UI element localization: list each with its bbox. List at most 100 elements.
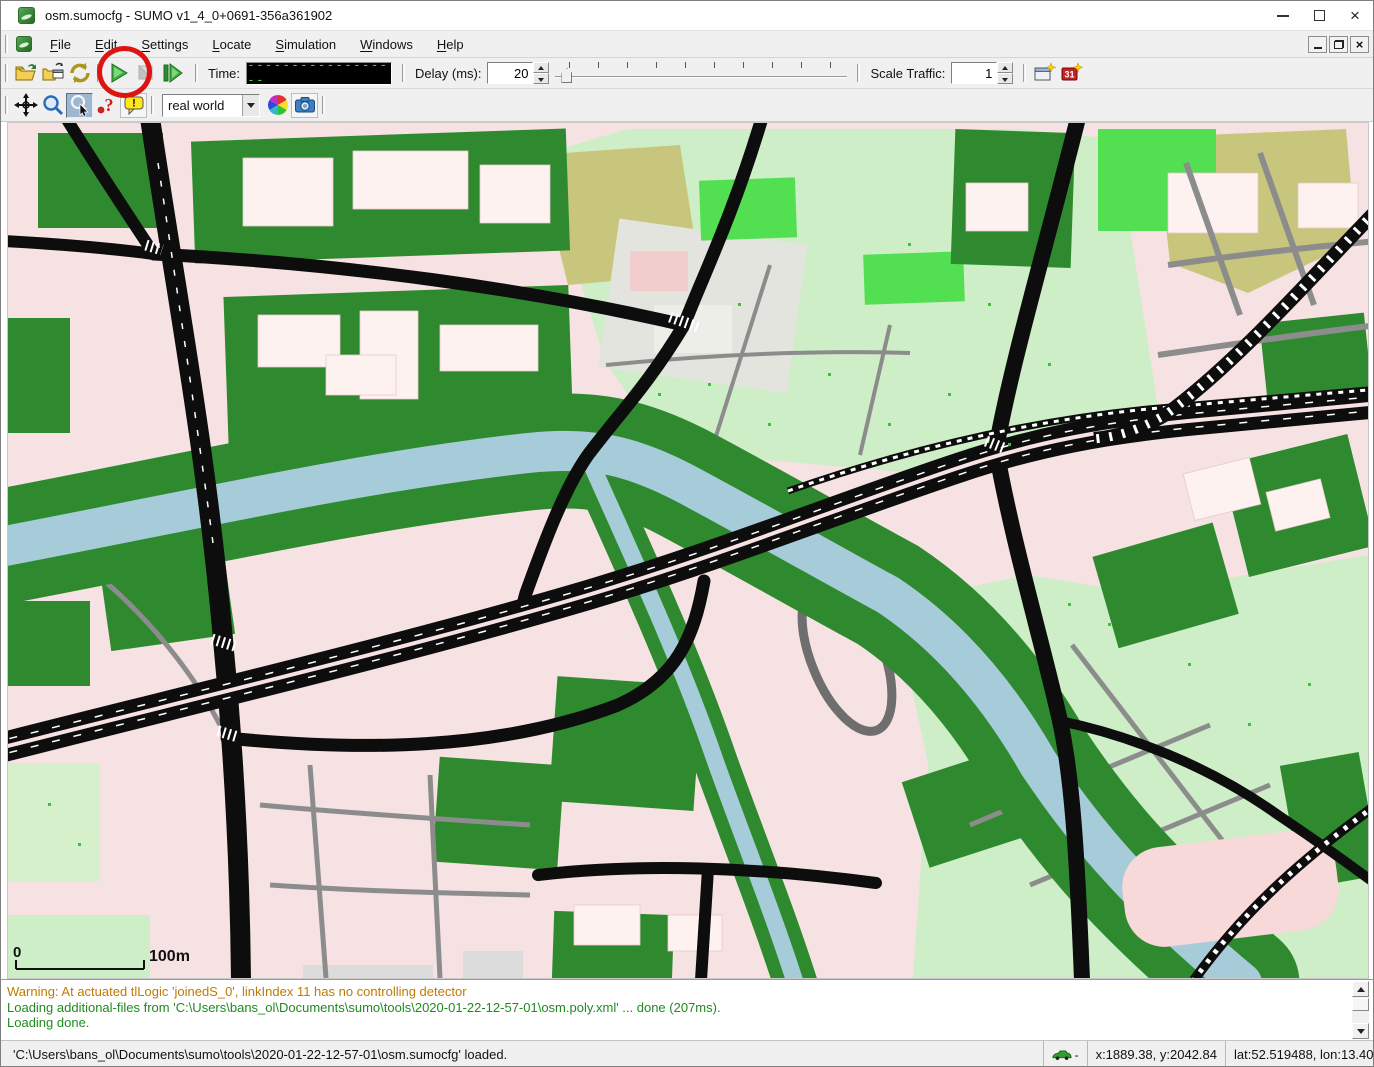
open-simulation-icon	[14, 61, 38, 85]
toolbar-gripper[interactable]	[857, 64, 860, 82]
reload-button[interactable]	[66, 61, 93, 86]
scale-zero-label: 0	[13, 944, 21, 961]
delay-label: Delay (ms):	[415, 66, 481, 81]
status-bar: 'C:\Users\bans_ol\Documents\sumo\tools\2…	[1, 1040, 1373, 1067]
dropdown-arrow-button[interactable]	[242, 95, 259, 116]
locate-help-button[interactable]: ?	[93, 93, 120, 118]
car-icon	[1052, 1049, 1072, 1061]
scroll-down-button[interactable]	[1352, 1023, 1369, 1039]
scroll-up-button[interactable]	[1352, 981, 1369, 997]
minimize-button[interactable]	[1265, 2, 1301, 30]
delay-increment-button[interactable]	[533, 62, 549, 73]
vehicle-badge: -	[1075, 1048, 1079, 1062]
menu-file[interactable]: File	[38, 33, 83, 56]
vehicle-indicator[interactable]: -	[1043, 1041, 1087, 1067]
svg-text:!: !	[132, 98, 136, 110]
color-wheel-icon	[266, 93, 290, 117]
toolbar-gripper[interactable]	[97, 64, 100, 82]
mdi-restore-button[interactable]	[1329, 36, 1348, 53]
view-toolbar: ? ! real world	[1, 89, 1373, 122]
log-line: Loading done.	[7, 1015, 1347, 1031]
menu-help[interactable]: Help	[425, 33, 476, 56]
edit-coloring-button[interactable]	[264, 93, 291, 118]
toolbar-gripper[interactable]	[1023, 64, 1026, 82]
menu-locate[interactable]: Locate	[200, 33, 263, 56]
status-message: 'C:\Users\bans_ol\Documents\sumo\tools\2…	[13, 1047, 507, 1062]
step-icon	[160, 61, 184, 85]
recenter-icon	[14, 93, 38, 117]
toolbar-gripper[interactable]	[5, 35, 8, 53]
menu-bar: File Edit Settings Locate Simulation Win…	[1, 31, 1373, 58]
menu-simulation[interactable]: Simulation	[263, 33, 348, 56]
cursor-latlon-readout: lat:52.519488, lon:13.400193	[1225, 1041, 1373, 1067]
delay-spinbox	[487, 62, 549, 84]
stop-icon	[133, 61, 157, 85]
help-red-icon: ?	[95, 93, 119, 117]
scale-traffic-increment-button[interactable]	[997, 62, 1013, 73]
open-simulation-button[interactable]	[12, 61, 39, 86]
mdi-minimize-button[interactable]	[1308, 36, 1327, 53]
mdi-close-button[interactable]: ×	[1350, 36, 1369, 53]
time-label: Time:	[208, 66, 240, 81]
snapshot-camera-icon	[293, 93, 317, 117]
tooltip-bubble-icon: !	[122, 93, 146, 117]
delay-input[interactable]	[487, 62, 533, 84]
chevron-down-icon	[247, 103, 255, 108]
toolbar-gripper[interactable]	[5, 64, 8, 82]
sumo-logo-icon	[16, 36, 32, 52]
toolbar-gripper[interactable]	[151, 96, 154, 114]
toolbar-gripper[interactable]	[5, 96, 8, 114]
delay-slider[interactable]	[555, 60, 847, 86]
title-bar: osm.sumocfg - SUMO v1_4_0+0691-356a36190…	[1, 1, 1373, 31]
map-viewport[interactable]: 0 100m	[7, 122, 1369, 979]
time-display: ------------------	[246, 62, 392, 85]
sumo-logo-icon	[18, 7, 35, 24]
scale-traffic-spinbox	[951, 62, 1013, 84]
delay-slider-thumb[interactable]	[561, 68, 572, 83]
zoom-button[interactable]	[39, 93, 66, 118]
scale-traffic-decrement-button[interactable]	[997, 73, 1013, 84]
log-line: Loading additional-files from 'C:\Users\…	[7, 1000, 1347, 1016]
menu-windows[interactable]: Windows	[348, 33, 425, 56]
scale-traffic-label: Scale Traffic:	[870, 66, 945, 81]
color-scheme-value: real world	[163, 98, 242, 113]
scale-traffic-input[interactable]	[951, 62, 997, 84]
locate-cursor-button[interactable]	[66, 93, 93, 118]
svg-text:31: 31	[1064, 70, 1074, 80]
svg-text:?: ?	[104, 95, 113, 115]
new-view-button[interactable]	[1030, 61, 1057, 86]
message-log[interactable]: Warning: At actuated tlLogic 'joinedS_0'…	[1, 979, 1373, 1040]
reload-icon	[68, 61, 92, 85]
sumo-main-window: osm.sumocfg - SUMO v1_4_0+0691-356a36190…	[0, 0, 1374, 1067]
scale-distance-label: 100m	[149, 948, 190, 965]
color-scheme-dropdown[interactable]: real world	[162, 94, 260, 117]
tooltip-toggle-button[interactable]: !	[120, 93, 147, 118]
toolbar-gripper[interactable]	[322, 96, 325, 114]
new-view-icon	[1032, 61, 1056, 85]
step-button[interactable]	[158, 61, 185, 86]
recenter-view-button[interactable]	[12, 93, 39, 118]
delay-decrement-button[interactable]	[533, 73, 549, 84]
breakpoints-button[interactable]: 31	[1057, 61, 1084, 86]
zoom-icon	[41, 93, 65, 117]
menu-edit[interactable]: Edit	[83, 33, 129, 56]
log-line: Warning: At actuated tlLogic 'joinedS_0'…	[7, 984, 1347, 1000]
simulation-toolbar: Time: ------------------ Delay (ms): Sca…	[1, 58, 1373, 89]
locate-cursor-icon	[68, 93, 92, 117]
log-scrollbar[interactable]	[1352, 981, 1369, 1039]
open-network-icon	[41, 61, 65, 85]
window-title: osm.sumocfg - SUMO v1_4_0+0691-356a36190…	[45, 8, 332, 23]
maximize-button[interactable]	[1301, 2, 1337, 30]
toolbar-gripper[interactable]	[402, 64, 405, 82]
map-canvas[interactable]: 0 100m	[8, 123, 1368, 978]
play-button[interactable]	[104, 61, 131, 86]
menu-settings[interactable]: Settings	[129, 33, 200, 56]
open-network-button[interactable]	[39, 61, 66, 86]
toolbar-gripper[interactable]	[195, 64, 198, 82]
close-button[interactable]: ×	[1337, 2, 1373, 30]
cursor-xy-readout: x:1889.38, y:2042.84	[1087, 1041, 1225, 1067]
stop-button[interactable]	[131, 61, 158, 86]
breakpoints-icon: 31	[1059, 61, 1083, 85]
snapshot-button[interactable]	[291, 93, 318, 118]
scrollbar-thumb[interactable]	[1352, 998, 1369, 1011]
